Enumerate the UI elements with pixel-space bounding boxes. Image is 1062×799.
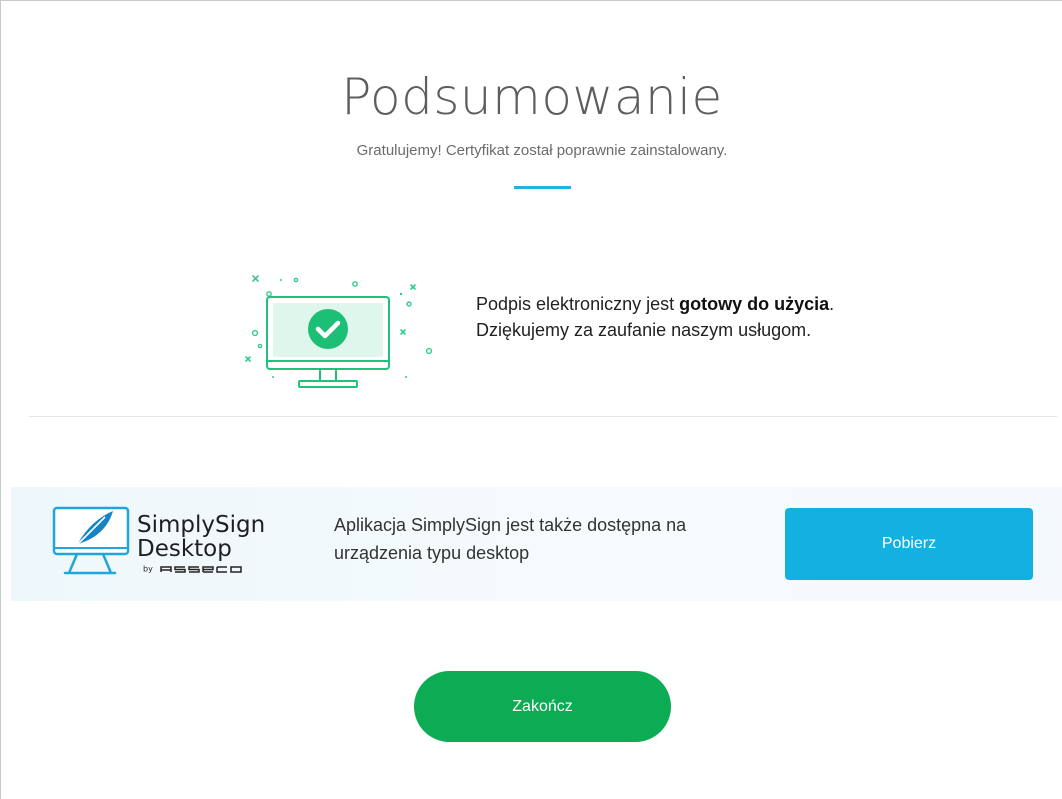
- page-subtitle: Gratulujemy! Certyfikat został poprawnie…: [356, 142, 728, 159]
- ready-line-1: Podpis elektroniczny jest gotowy do użyc…: [476, 291, 834, 317]
- ready-line-2: Dziękujemy za zaufanie naszym usługom.: [476, 320, 812, 340]
- logo-by-asseco: by: [143, 564, 257, 574]
- section-divider: [29, 416, 1057, 417]
- ready-prefix: Podpis elektroniczny jest: [476, 294, 680, 314]
- wizard-panel: Podsumowanie Gratulujemy! Certyfikat zos…: [0, 0, 1062, 799]
- finish-button[interactable]: Zakończ: [414, 671, 671, 742]
- promo-description: Aplikacja SimplySign jest także dostępna…: [334, 515, 687, 563]
- page-title: Podsumowanie: [341, 68, 723, 126]
- ready-emphasis: gotowy do użycia: [679, 294, 830, 314]
- asseco-logo: [160, 566, 243, 573]
- monitor-check-icon: [245, 275, 433, 388]
- simplysign-desktop-logo: SimplySign Desktop by: [51, 501, 291, 581]
- monitor-feather-icon: [52, 506, 130, 575]
- logo-subtitle: Desktop: [137, 536, 232, 562]
- desktop-app-promo: SimplySign Desktop by Aplikacja SimplySi…: [11, 487, 1062, 601]
- download-button[interactable]: Pobierz: [785, 508, 1033, 580]
- ready-suffix: .: [829, 294, 835, 314]
- logo-title: SimplySign: [137, 512, 266, 538]
- ready-message: Podpis elektroniczny jest gotowy do użyc…: [476, 291, 834, 343]
- title-accent-line: [514, 186, 571, 189]
- logo-by-label: by: [143, 564, 153, 574]
